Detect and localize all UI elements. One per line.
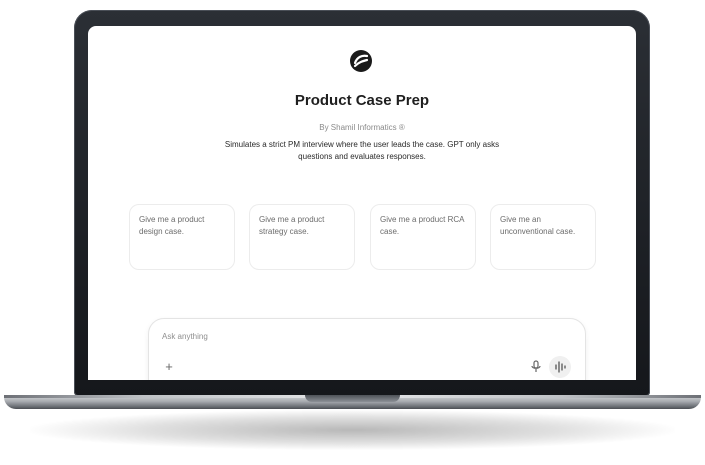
starter-card-design[interactable]: Give me a product design case.: [129, 204, 235, 270]
laptop-notch: [305, 395, 400, 402]
message-composer: +: [148, 318, 586, 380]
app-screen: Product Case Prep By Shamil Informatics …: [88, 26, 636, 380]
gpt-title: Product Case Prep: [294, 92, 430, 109]
starter-card-label: Give me a product strategy case.: [259, 215, 325, 236]
gpt-logo-icon: [350, 50, 372, 72]
starter-card-unconventional[interactable]: Give me an unconventional case.: [490, 204, 596, 270]
voice-mode-button[interactable]: [549, 356, 571, 378]
laptop-shadow: [30, 410, 675, 450]
attach-button[interactable]: +: [161, 359, 177, 375]
gpt-byline[interactable]: By Shamil Informatics ®: [88, 123, 636, 132]
starter-card-label: Give me a product design case.: [139, 215, 205, 236]
gpt-description: Simulates a strict PM interview where th…: [224, 140, 500, 161]
plus-icon: +: [165, 359, 173, 374]
dictate-button[interactable]: [529, 359, 543, 375]
microphone-icon: [531, 360, 541, 372]
starter-card-strategy[interactable]: Give me a product strategy case.: [249, 204, 355, 270]
voice-mode-icon: [555, 361, 566, 373]
starter-card-label: Give me a product RCA case.: [380, 215, 465, 236]
swoosh-logo-icon: [353, 54, 369, 68]
starter-card-label: Give me an unconventional case.: [500, 215, 576, 236]
starter-card-rca[interactable]: Give me a product RCA case.: [370, 204, 476, 270]
message-input[interactable]: [162, 329, 462, 343]
